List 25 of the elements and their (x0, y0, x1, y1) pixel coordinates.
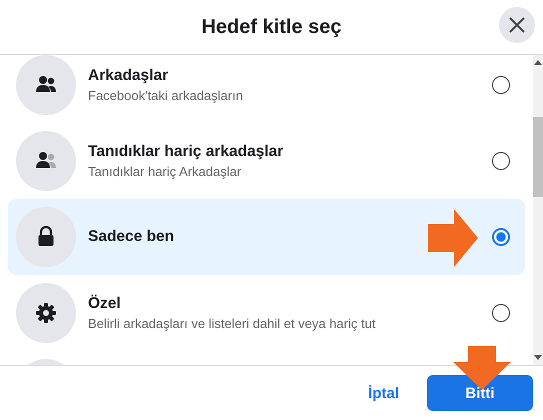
option-description: Belirli arkadaşları ve listeleri dahil et veya hariç tut (88, 316, 377, 331)
gear-icon (34, 301, 58, 325)
radio-button[interactable] (492, 76, 510, 94)
option-title: Tanıdıklar hariç arkadaşlar (88, 143, 284, 161)
option-description: Facebook'taki arkadaşların (88, 88, 244, 103)
radio-button[interactable] (492, 228, 510, 246)
audience-option[interactable]: Sadece ben (8, 199, 525, 275)
pointer-arrow (428, 209, 478, 267)
radio-button[interactable] (492, 304, 510, 322)
option-title: Sadece ben (88, 228, 176, 246)
audience-option[interactable]: Tanıdıklar hariç arkadaşlar Tanıdıklar hariç Arkadaşlar (8, 123, 525, 199)
audience-option[interactable]: Arkadaşlar Facebook'taki arkadaşların (8, 55, 525, 123)
scrollbar[interactable] (533, 55, 543, 365)
audience-option[interactable]: Özel Belirli arkadaşları ve listeleri dahil et veya hariç tut (8, 275, 525, 351)
close-button[interactable] (499, 7, 535, 43)
cancel-link[interactable]: İptal (368, 384, 399, 402)
option-title: Arkadaşlar (88, 67, 170, 85)
dialog-title: Hedef kitle seç (201, 16, 342, 38)
option-title: Özel (88, 295, 122, 313)
radio-button[interactable] (492, 152, 510, 170)
close-icon (508, 16, 526, 34)
option-description: Tanıdıklar hariç Arkadaşlar (88, 164, 242, 179)
scroll-down-icon[interactable] (534, 355, 542, 361)
done-button[interactable]: Bitti (427, 375, 533, 411)
scroll-up-icon[interactable] (534, 59, 542, 65)
